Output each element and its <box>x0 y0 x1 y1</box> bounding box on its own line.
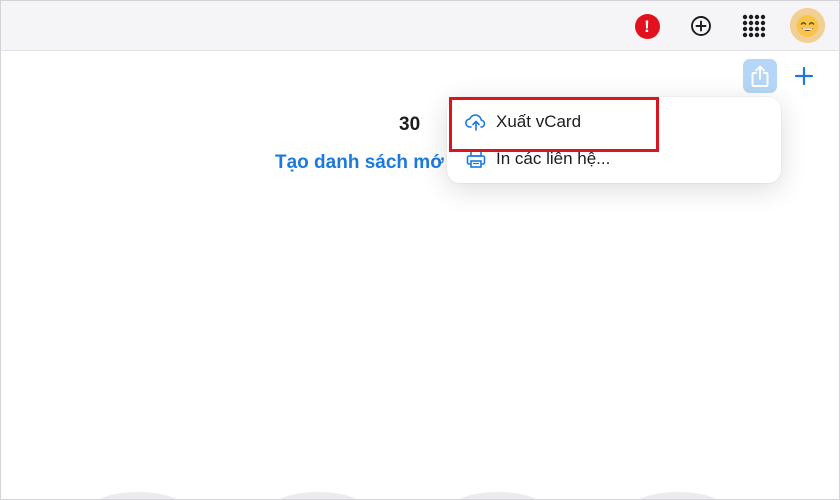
bottom-item-shadow <box>453 492 543 499</box>
app-window: ! 30 Tạo danh sách mớ Xuất vCard In các … <box>0 0 840 500</box>
printer-icon <box>465 148 487 170</box>
add-circle-button[interactable] <box>685 10 717 42</box>
bottom-item-shadow <box>273 492 363 499</box>
apps-grid-button[interactable] <box>738 10 770 42</box>
alert-icon: ! <box>634 13 660 39</box>
top-bar: ! <box>1 1 839 51</box>
alert-button[interactable]: ! <box>631 10 663 42</box>
contact-count: 30 <box>399 114 421 135</box>
add-contact-button[interactable] <box>787 59 821 93</box>
share-dropdown-menu: Xuất vCard In các liên hệ... <box>447 97 781 183</box>
avatar-emoji-icon <box>790 8 825 43</box>
avatar[interactable] <box>790 8 825 43</box>
share-icon <box>751 65 769 87</box>
add-circle-icon <box>691 16 711 36</box>
plus-icon <box>794 66 814 86</box>
menu-item-export-vcard[interactable]: Xuất vCard <box>465 107 581 137</box>
bottom-item-shadow <box>633 492 723 499</box>
bottom-item-shadow <box>93 492 183 499</box>
cloud-upload-icon <box>465 111 487 133</box>
menu-item-print-contacts[interactable]: In các liên hệ... <box>465 144 610 174</box>
menu-item-label: In các liên hệ... <box>496 149 611 168</box>
menu-item-label: Xuất vCard <box>496 112 582 131</box>
create-list-link[interactable]: Tạo danh sách mớ <box>275 152 444 174</box>
apps-grid-icon <box>742 14 766 38</box>
share-button[interactable] <box>743 59 777 93</box>
